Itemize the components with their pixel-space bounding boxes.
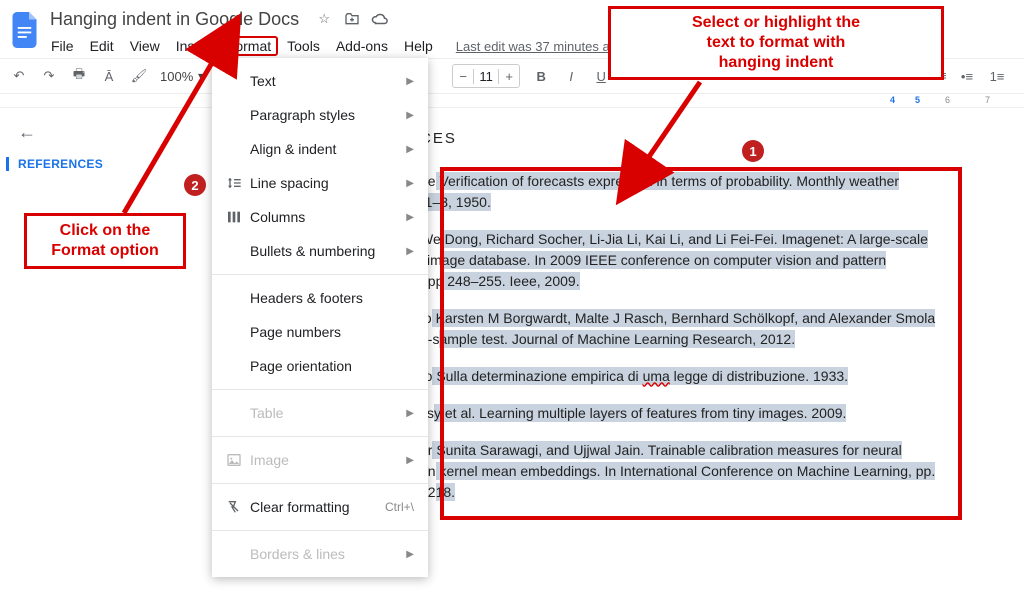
- doc-title[interactable]: Hanging indent in Google Docs: [44, 7, 305, 32]
- italic-icon[interactable]: I: [558, 63, 584, 89]
- clear-icon: [226, 499, 250, 515]
- submenu-arrow-icon: ▶: [406, 110, 414, 121]
- reference-entry[interactable]: rie Verification of forecasts expressed …: [420, 171, 984, 213]
- format-menu-page-orientation[interactable]: Page orientation: [212, 349, 428, 383]
- format-menu-line-spacing[interactable]: Line spacing▶: [212, 166, 428, 200]
- image-icon: [226, 452, 250, 468]
- docs-logo-icon[interactable]: [8, 6, 44, 54]
- submenu-arrow-icon: ▶: [406, 144, 414, 155]
- annotation-callout-1: Select or highlight the text to format w…: [608, 6, 944, 80]
- menu-help[interactable]: Help: [397, 36, 440, 56]
- menu-item-label: Page numbers: [250, 324, 414, 340]
- menu-item-label: Image: [250, 452, 406, 468]
- menu-item-label: Headers & footers: [250, 290, 414, 306]
- menu-item-label: Table: [250, 405, 406, 421]
- submenu-arrow-icon: ▶: [406, 408, 414, 419]
- menu-edit[interactable]: Edit: [83, 36, 121, 56]
- format-menu-text[interactable]: Text▶: [212, 64, 428, 98]
- reference-entry[interactable]: vsy et al. Learning multiple layers of f…: [420, 403, 984, 424]
- submenu-arrow-icon: ▶: [406, 246, 414, 257]
- submenu-arrow-icon: ▶: [406, 76, 414, 87]
- menu-item-label: Align & indent: [250, 141, 406, 157]
- menu-item-label: Columns: [250, 209, 406, 225]
- paint-format-icon[interactable]: 🖌: [126, 63, 152, 89]
- format-menu-borders-lines: Borders & lines▶: [212, 537, 428, 571]
- shortcut-label: Ctrl+\: [385, 500, 414, 514]
- columns-icon: [226, 209, 250, 225]
- font-size-value[interactable]: 11: [473, 69, 499, 84]
- font-size-plus[interactable]: +: [499, 69, 519, 84]
- numbered-list-icon[interactable]: 1≡: [984, 63, 1010, 89]
- outline-heading[interactable]: REFERENCES: [6, 157, 190, 171]
- menu-tools[interactable]: Tools: [280, 36, 327, 56]
- menu-add-ons[interactable]: Add-ons: [329, 36, 395, 56]
- format-menu-page-numbers[interactable]: Page numbers: [212, 315, 428, 349]
- bulleted-list-icon[interactable]: •≡: [954, 63, 980, 89]
- format-menu-clear-formatting[interactable]: Clear formattingCtrl+\: [212, 490, 428, 524]
- format-menu-align-indent[interactable]: Align & indent▶: [212, 132, 428, 166]
- format-menu-table: Table▶: [212, 396, 428, 430]
- reference-entry[interactable]: ro Sulla determinazione empirica di uma …: [420, 366, 984, 387]
- menu-item-label: Clear formatting: [250, 499, 385, 515]
- annotation-callout-2: Click on the Format option: [24, 213, 186, 269]
- submenu-arrow-icon: ▶: [406, 178, 414, 189]
- menu-item-label: Text: [250, 73, 406, 89]
- menu-item-label: Paragraph styles: [250, 107, 406, 123]
- star-icon[interactable]: ☆: [315, 10, 333, 28]
- annotation-badge-2: 2: [184, 174, 206, 196]
- reference-entry[interactable]: to Karsten M Borgwardt, Malte J Rasch, B…: [420, 308, 984, 350]
- last-edit-info[interactable]: Last edit was 37 minutes ag: [456, 39, 617, 54]
- redo-icon[interactable]: ↷: [36, 63, 62, 89]
- move-icon[interactable]: [343, 10, 361, 28]
- submenu-arrow-icon: ▶: [406, 212, 414, 223]
- submenu-arrow-icon: ▶: [406, 549, 414, 560]
- font-size-minus[interactable]: −: [453, 69, 473, 84]
- menu-item-label: Page orientation: [250, 358, 414, 374]
- menu-item-label: Borders & lines: [250, 546, 406, 562]
- undo-icon[interactable]: ↶: [6, 63, 32, 89]
- spellcheck-icon[interactable]: Ā: [96, 63, 122, 89]
- annotation-badge-1: 1: [742, 140, 764, 162]
- menu-view[interactable]: View: [123, 36, 167, 56]
- menu-format[interactable]: Format: [220, 36, 278, 56]
- reference-entry[interactable]: We Dong, Richard Socher, Li-Jia Li, Kai …: [420, 229, 984, 292]
- menu-file[interactable]: File: [44, 36, 81, 56]
- outline-panel: ← REFERENCES: [0, 108, 200, 605]
- font-size-stepper[interactable]: − 11 +: [452, 64, 520, 88]
- cloud-icon[interactable]: [371, 10, 389, 28]
- ruler[interactable]: 4567: [0, 94, 1024, 108]
- menu-insert[interactable]: Insert: [169, 36, 218, 56]
- print-icon[interactable]: 🖶: [66, 63, 92, 89]
- submenu-arrow-icon: ▶: [406, 455, 414, 466]
- outline-back-icon[interactable]: ←: [18, 122, 190, 143]
- format-menu-headers-footers[interactable]: Headers & footers: [212, 281, 428, 315]
- line-spacing-icon: [226, 175, 250, 191]
- format-menu-image: Image▶: [212, 443, 428, 477]
- format-menu-bullets-numbering[interactable]: Bullets & numbering▶: [212, 234, 428, 268]
- format-menu-paragraph-styles[interactable]: Paragraph styles▶: [212, 98, 428, 132]
- format-menu-dropdown: Text▶Paragraph styles▶Align & indent▶Lin…: [212, 58, 428, 577]
- format-menu-columns[interactable]: Columns▶: [212, 200, 428, 234]
- section-heading: CES: [420, 128, 984, 151]
- reference-entry[interactable]: ar Sunita Sarawagi, and Ujjwal Jain. Tra…: [420, 440, 984, 503]
- zoom-select[interactable]: 100% ▼: [156, 69, 209, 84]
- menu-item-label: Line spacing: [250, 175, 406, 191]
- bold-icon[interactable]: B: [528, 63, 554, 89]
- menu-item-label: Bullets & numbering: [250, 243, 406, 259]
